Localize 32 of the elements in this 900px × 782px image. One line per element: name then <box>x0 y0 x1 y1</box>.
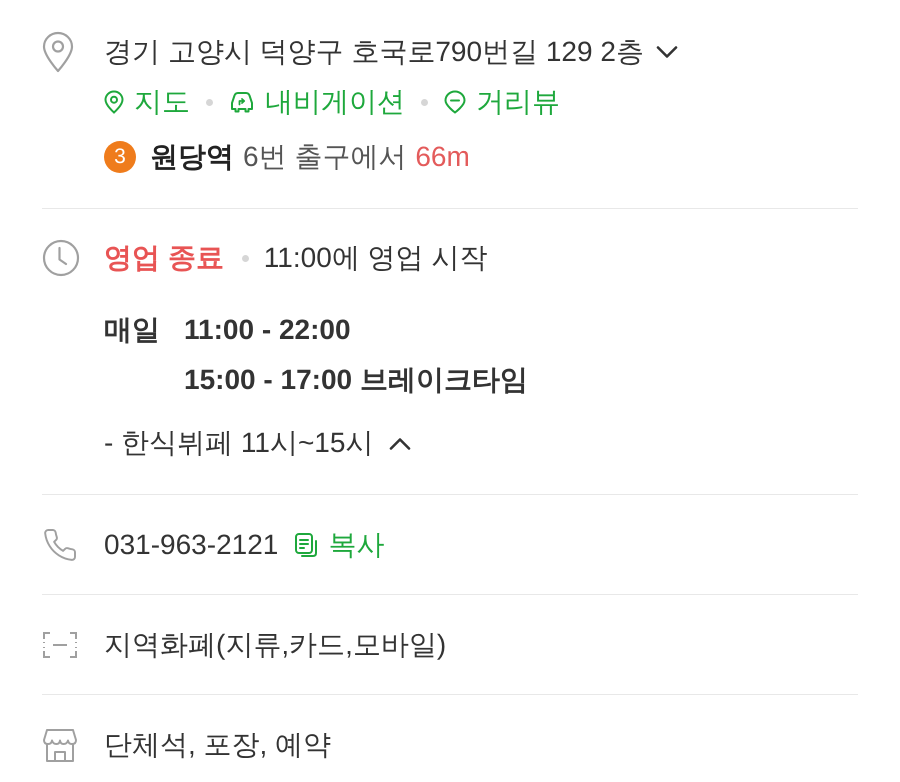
car-icon <box>229 90 255 114</box>
store-icon <box>42 727 78 763</box>
schedule-day: 매일 <box>104 305 184 355</box>
phone-icon <box>42 527 78 563</box>
business-status: 영업 종료 <box>104 241 224 275</box>
hours-note: - 한식뷔페 11시~15시 <box>104 426 374 460</box>
facilities-text: 단체석, 포장, 예약 <box>104 728 332 762</box>
address-text: 경기 고양시 덕양구 호국로790번길 129 2층 <box>104 35 644 69</box>
pin-minus-icon <box>444 90 466 114</box>
map-pin-icon <box>104 90 124 114</box>
street-view-link[interactable]: 거리뷰 <box>444 83 560 121</box>
schedule-hours: 11:00 - 22:00 <box>184 313 352 347</box>
chevron-up-icon[interactable] <box>389 436 412 450</box>
separator-dot-icon <box>421 98 428 106</box>
location-pin-icon <box>42 31 74 73</box>
payment-methods: 지역화폐(지류,카드,모바일) <box>104 628 446 662</box>
station-name: 원당역 <box>150 140 234 174</box>
copy-button[interactable]: 복사 <box>294 526 384 564</box>
map-link[interactable]: 지도 <box>104 83 190 121</box>
scan-frame-icon <box>42 630 78 660</box>
phone-number: 031-963-2121 <box>104 529 278 561</box>
schedule-hours: 15:00 - 17:00 브레이크타임 <box>184 363 528 397</box>
clock-icon <box>42 239 80 277</box>
copy-icon <box>294 532 318 558</box>
subway-line-badge: 3 <box>104 141 136 173</box>
navigation-link[interactable]: 내비게이션 <box>229 83 405 121</box>
separator-dot-icon <box>242 254 249 262</box>
chevron-down-icon[interactable] <box>656 46 678 58</box>
opening-time-text: 11:00에 영업 시작 <box>264 241 488 275</box>
distance-text: 66m <box>415 141 470 173</box>
exit-info: 6번 출구에서 <box>243 140 406 174</box>
separator-dot-icon <box>206 98 213 106</box>
